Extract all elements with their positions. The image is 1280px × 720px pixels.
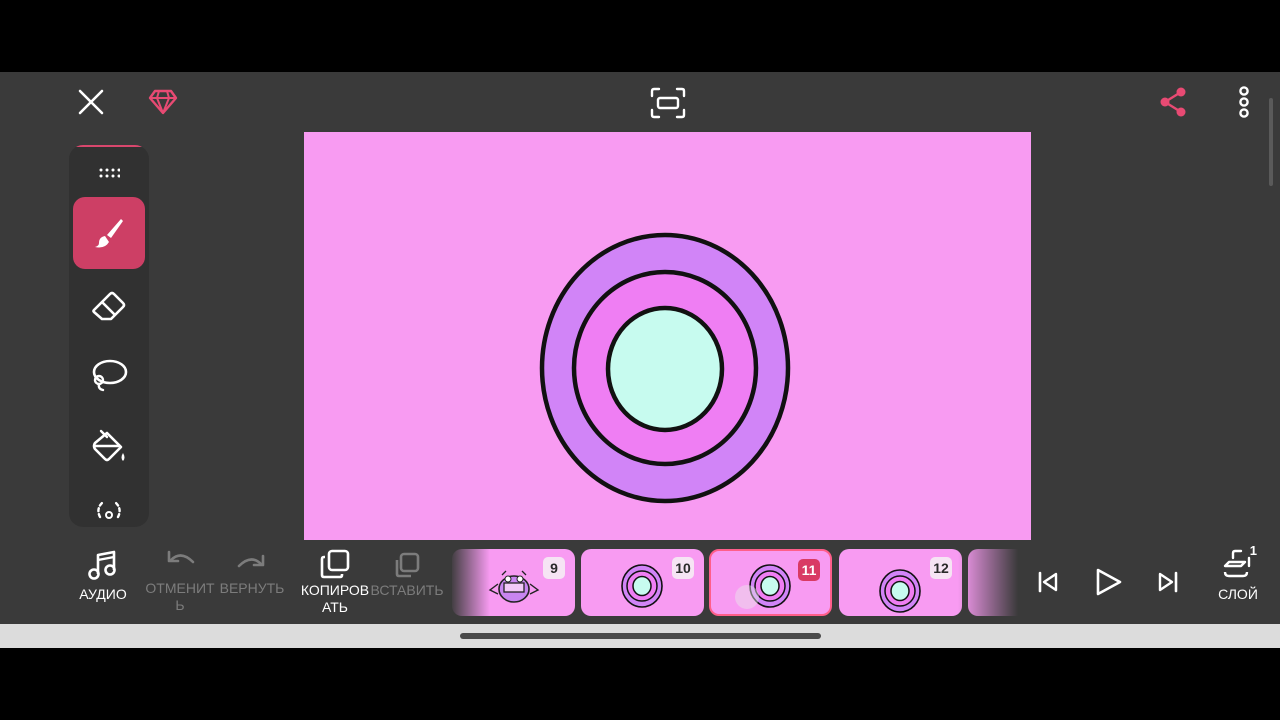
copy-label: КОПИРОВ АТЬ	[301, 582, 369, 616]
copy-button[interactable]: КОПИРОВ АТЬ	[298, 548, 372, 616]
frame-number: 12	[930, 557, 952, 579]
premium-button[interactable]	[146, 85, 180, 119]
undo-icon	[167, 550, 195, 564]
undo-label-line2: Ь	[175, 597, 185, 613]
frame-thumbnail-active[interactable]: 11	[709, 549, 832, 616]
layer-icon-wrap: 1	[1221, 543, 1257, 582]
close-icon	[78, 89, 104, 115]
skip-to-start-icon	[1038, 571, 1058, 593]
blur-tool[interactable]	[73, 483, 145, 527]
panel-accent-line	[69, 145, 149, 147]
redo-button[interactable]: ВЕРНУТЬ	[218, 548, 286, 597]
first-frame-button[interactable]	[1032, 566, 1064, 598]
blur-icon	[97, 501, 121, 519]
scrollbar[interactable]	[1269, 98, 1273, 186]
drag-handle-icon	[99, 168, 120, 178]
brush-tool[interactable]	[73, 197, 145, 269]
frame-number: 10	[672, 557, 694, 579]
redo-label: ВЕРНУТЬ	[219, 580, 285, 596]
last-frame-button[interactable]	[1152, 566, 1184, 598]
paste-button[interactable]: ВСТАВИТЬ	[370, 548, 444, 599]
undo-label: ОТМЕНИТ Ь	[145, 580, 214, 614]
layer-label: СЛОЙ	[1218, 586, 1258, 602]
play-button[interactable]	[1090, 564, 1126, 600]
copy-label-line2: АТЬ	[322, 599, 348, 615]
frame-thumbnail[interactable]: 10	[581, 549, 704, 616]
undo-label-line1: ОТМЕНИТ	[145, 580, 215, 596]
timeline-fade-right	[958, 548, 1018, 618]
drawing-artwork	[539, 232, 791, 504]
fit-screen-icon	[650, 87, 686, 119]
layer-button[interactable]: 1 СЛОЙ	[1212, 543, 1264, 603]
audio-button[interactable]: АУДИО	[74, 548, 132, 603]
paste-icon	[395, 552, 420, 578]
skip-to-end-icon	[1158, 571, 1178, 593]
music-note-icon	[88, 550, 116, 580]
timeline-fade-left	[450, 548, 490, 618]
close-button[interactable]	[74, 85, 108, 119]
frame-timeline[interactable]: 9 10 11 12	[450, 548, 1018, 618]
copy-label-line1: КОПИРОВ	[300, 582, 370, 598]
play-icon	[1096, 568, 1122, 596]
drawing-canvas[interactable]	[304, 132, 1031, 540]
gem-icon	[148, 89, 178, 115]
eraser-icon	[92, 291, 126, 321]
share-icon	[1160, 87, 1186, 117]
brush-icon	[95, 219, 123, 248]
share-button[interactable]	[1156, 85, 1190, 119]
frame-number: 11	[798, 559, 820, 581]
more-vertical-icon	[1239, 86, 1249, 118]
fill-bucket-icon	[92, 429, 125, 462]
eraser-tool[interactable]	[73, 269, 145, 341]
fill-tool[interactable]	[73, 411, 145, 483]
paste-label: ВСТАВИТЬ	[370, 582, 444, 598]
redo-icon	[237, 554, 265, 568]
copy-icon	[320, 549, 350, 579]
lasso-icon	[92, 359, 128, 392]
fit-screen-button[interactable]	[648, 84, 688, 122]
tool-panel	[69, 145, 149, 527]
frame-thumbnail[interactable]: 12	[839, 549, 962, 616]
layer-count: 1	[1249, 543, 1257, 558]
frame-number: 9	[543, 557, 565, 579]
home-indicator[interactable]	[460, 633, 821, 639]
lasso-tool[interactable]	[73, 339, 145, 411]
touch-indicator	[735, 585, 759, 609]
panel-drag-handle[interactable]	[73, 157, 145, 189]
inner-core	[605, 305, 725, 433]
more-button[interactable]	[1230, 84, 1258, 120]
audio-label: АУДИО	[79, 586, 127, 602]
undo-button[interactable]: ОТМЕНИТ Ь	[144, 548, 216, 614]
